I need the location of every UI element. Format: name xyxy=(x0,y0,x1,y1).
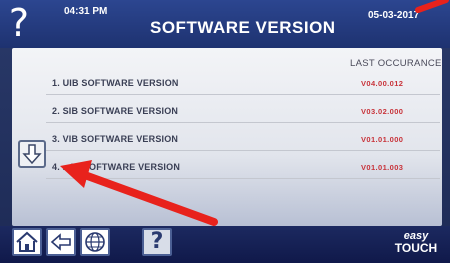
row-label: 1. UIB SOFTWARE VERSION xyxy=(52,78,179,88)
row-label: 4. ...IB SOFTWARE VERSION xyxy=(52,162,181,172)
back-button[interactable] xyxy=(46,228,76,256)
screen: ? 04:31 PM SOFTWARE VERSION 05-03-2017 L… xyxy=(0,0,450,263)
date-display: 05-03-2017 xyxy=(368,10,420,21)
home-icon xyxy=(16,231,38,252)
row-value: V01.01.003 xyxy=(361,163,404,172)
easy-touch-logo: easy TOUCH xyxy=(388,230,444,255)
row-value: V01.01.000 xyxy=(361,135,404,144)
help-button[interactable]: ? xyxy=(142,228,172,256)
row-label: 2. SIB SOFTWARE VERSION xyxy=(52,106,179,116)
globe-icon xyxy=(85,232,105,252)
header-bar: ? 04:31 PM SOFTWARE VERSION 05-03-2017 xyxy=(0,0,450,48)
home-button[interactable] xyxy=(12,228,42,256)
brand-line2: TOUCH xyxy=(394,241,438,255)
page-title: SOFTWARE VERSION xyxy=(150,18,336,37)
row-label: 3. VIB SOFTWARE VERSION xyxy=(52,134,179,144)
column-header-last-occurance: LAST OCCURANCE xyxy=(350,58,442,69)
scroll-down-button[interactable] xyxy=(18,140,46,168)
table-row[interactable]: 4. ...IB SOFTWARE VERSION V01.01.003 xyxy=(46,156,440,179)
row-value: V04.00.012 xyxy=(361,79,404,88)
table-row[interactable]: 3. VIB SOFTWARE VERSION V01.01.000 xyxy=(46,128,440,151)
table-row[interactable]: 2. SIB SOFTWARE VERSION V03.02.000 xyxy=(46,100,440,123)
row-value: V03.02.000 xyxy=(361,107,404,116)
help-icon: ? xyxy=(150,229,164,254)
language-button[interactable] xyxy=(80,228,110,256)
clock-time: 04:31 PM xyxy=(64,6,108,17)
down-arrow-icon xyxy=(22,144,42,165)
back-arrow-icon xyxy=(50,233,71,251)
table-row[interactable]: 1. UIB SOFTWARE VERSION V04.00.012 xyxy=(46,72,440,95)
help-glyph[interactable]: ? xyxy=(4,1,34,45)
